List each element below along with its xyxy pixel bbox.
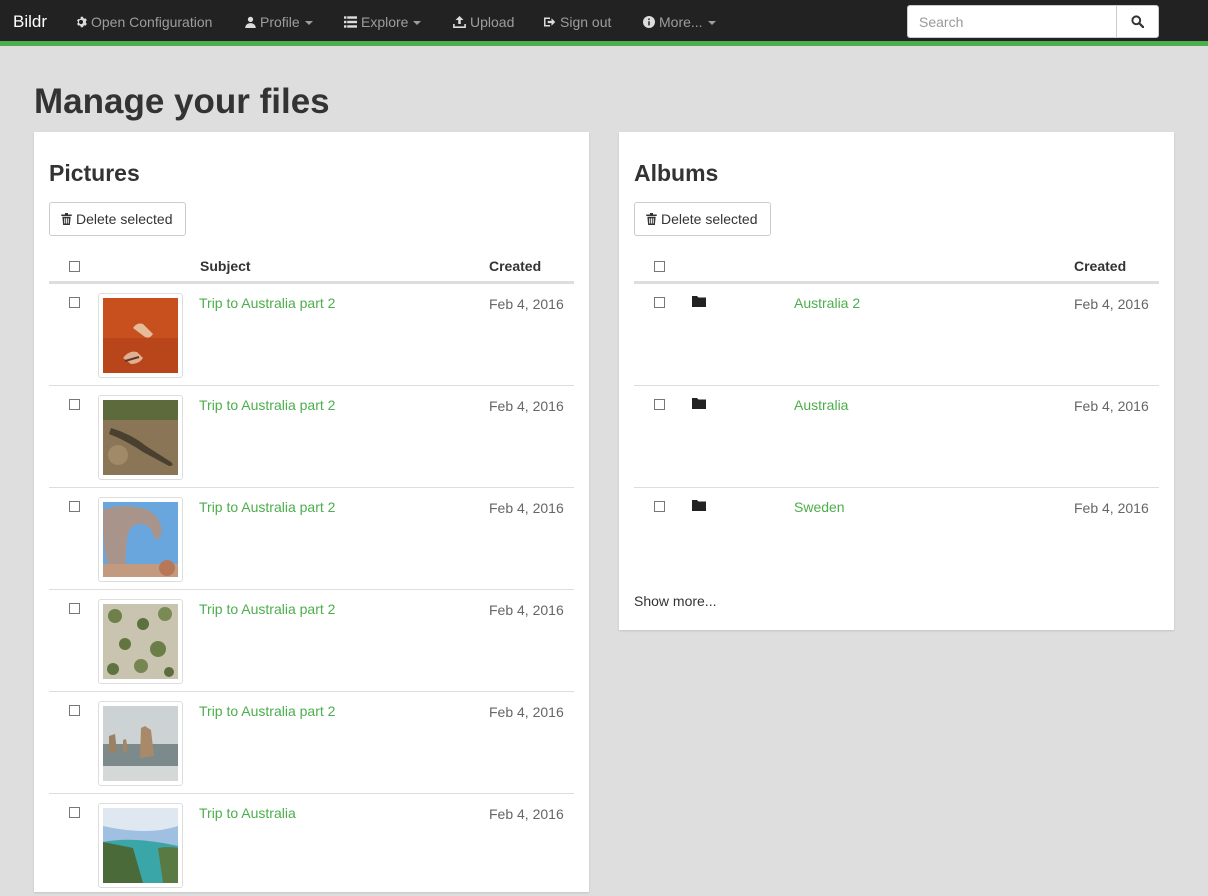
albums-table: Created Australia 2 Feb 4, 2016 Australi… (634, 248, 1159, 590)
coastline-image (103, 808, 178, 883)
album-name-link[interactable]: Sweden (794, 499, 845, 515)
nav-profile-dropdown[interactable]: Profile (245, 14, 313, 30)
nav-explore-label: Explore (361, 14, 409, 30)
nav-upload-label: Upload (470, 14, 515, 30)
row-checkbox[interactable] (654, 501, 665, 512)
row-checkbox[interactable] (654, 297, 665, 308)
nav-sign-out[interactable]: Sign out (544, 14, 611, 30)
row-checkbox[interactable] (654, 399, 665, 410)
picture-subject-link[interactable]: Trip to Australia part 2 (199, 295, 335, 311)
top-navbar: Bildr Open Configuration Profile Explore… (0, 0, 1208, 46)
nav-sign-out-label: Sign out (560, 14, 612, 30)
album-created-date: Feb 4, 2016 (1074, 500, 1149, 516)
sign-out-icon (544, 17, 556, 27)
pictures-title: Pictures (49, 160, 140, 186)
nav-explore-dropdown[interactable]: Explore (344, 14, 422, 30)
row-checkbox[interactable] (69, 399, 80, 410)
subject-column-header: Subject (200, 258, 251, 274)
picture-subject-link[interactable]: Trip to Australia part 2 (199, 397, 335, 413)
trash-icon (646, 213, 657, 225)
nav-profile-label: Profile (260, 14, 300, 30)
chevron-down-icon (707, 21, 716, 25)
info-icon (643, 16, 655, 28)
table-row: Trip to Australia part 2 Feb 4, 2016 (49, 488, 574, 590)
folder-icon (692, 398, 706, 409)
table-row: Sweden Feb 4, 2016 (634, 488, 1159, 590)
row-checkbox[interactable] (69, 603, 80, 614)
picture-thumbnail[interactable] (98, 599, 183, 684)
delete-selected-pictures-button[interactable]: Delete selected (49, 202, 186, 236)
picture-created-date: Feb 4, 2016 (489, 602, 564, 618)
lizard-image (103, 400, 178, 475)
picture-thumbnail[interactable] (98, 497, 183, 582)
album-created-date: Feb 4, 2016 (1074, 296, 1149, 312)
folder-icon (692, 500, 706, 511)
row-checkbox[interactable] (69, 705, 80, 716)
picture-created-date: Feb 4, 2016 (489, 296, 564, 312)
table-row: Trip to Australia Feb 4, 2016 (49, 794, 574, 896)
search-icon (1131, 15, 1144, 28)
select-all-albums-checkbox[interactable] (654, 261, 665, 272)
picture-created-date: Feb 4, 2016 (489, 500, 564, 516)
album-created-date: Feb 4, 2016 (1074, 398, 1149, 414)
picture-thumbnail[interactable] (98, 803, 183, 888)
search-input[interactable] (907, 5, 1116, 38)
pictures-table: Subject Created Trip to Australia part 2… (49, 248, 574, 896)
created-column-header: Created (489, 258, 542, 274)
pictures-table-header: Subject Created (49, 248, 574, 284)
trash-icon (61, 213, 72, 225)
search-form (907, 5, 1159, 38)
gear-icon (77, 16, 87, 28)
scrub-bushes-image (103, 604, 178, 679)
delete-selected-label: Delete selected (661, 211, 758, 227)
albums-table-header: Created (634, 248, 1159, 284)
feet-on-red-sand-image (103, 298, 178, 373)
nav-upload[interactable]: Upload (453, 14, 514, 30)
search-button[interactable] (1116, 5, 1159, 38)
picture-thumbnail[interactable] (98, 293, 183, 378)
nav-more-dropdown[interactable]: More... (643, 14, 716, 30)
show-more-link[interactable]: Show more... (634, 593, 716, 609)
sea-stacks-image (103, 706, 178, 781)
select-all-pictures-checkbox[interactable] (69, 261, 80, 272)
created-column-header: Created (1074, 258, 1127, 274)
list-icon (344, 16, 357, 28)
upload-icon (453, 16, 466, 28)
table-row: Trip to Australia part 2 Feb 4, 2016 (49, 692, 574, 794)
chevron-down-icon (304, 21, 313, 25)
picture-created-date: Feb 4, 2016 (489, 398, 564, 414)
picture-thumbnail[interactable] (98, 395, 183, 480)
row-checkbox[interactable] (69, 297, 80, 308)
table-row: Trip to Australia part 2 Feb 4, 2016 (49, 386, 574, 488)
picture-created-date: Feb 4, 2016 (489, 806, 564, 822)
row-checkbox[interactable] (69, 807, 80, 818)
table-row: Trip to Australia part 2 Feb 4, 2016 (49, 590, 574, 692)
table-row: Australia Feb 4, 2016 (634, 386, 1159, 488)
picture-thumbnail[interactable] (98, 701, 183, 786)
chevron-down-icon (413, 21, 422, 25)
picture-subject-link[interactable]: Trip to Australia part 2 (199, 703, 335, 719)
nav-open-configuration-label: Open Configuration (91, 14, 213, 30)
album-name-link[interactable]: Australia (794, 397, 848, 413)
albums-title: Albums (634, 160, 719, 186)
user-icon (245, 16, 256, 28)
rock-arch-image (103, 502, 178, 577)
table-row: Trip to Australia part 2 Feb 4, 2016 (49, 284, 574, 386)
table-row: Australia 2 Feb 4, 2016 (634, 284, 1159, 386)
nav-more-label: More... (659, 14, 703, 30)
picture-subject-link[interactable]: Trip to Australia (199, 805, 296, 821)
picture-created-date: Feb 4, 2016 (489, 704, 564, 720)
picture-subject-link[interactable]: Trip to Australia part 2 (199, 499, 335, 515)
folder-icon (692, 296, 706, 307)
delete-selected-label: Delete selected (76, 211, 173, 227)
album-name-link[interactable]: Australia 2 (794, 295, 860, 311)
row-checkbox[interactable] (69, 501, 80, 512)
brand-link[interactable]: Bildr (13, 12, 47, 32)
nav-open-configuration[interactable]: Open Configuration (75, 14, 212, 30)
picture-subject-link[interactable]: Trip to Australia part 2 (199, 601, 335, 617)
albums-panel: Albums Delete selected Created Australia… (619, 132, 1174, 630)
page-title: Manage your files (34, 82, 330, 121)
delete-selected-albums-button[interactable]: Delete selected (634, 202, 771, 236)
pictures-panel: Pictures Delete selected Subject Created… (34, 132, 589, 892)
